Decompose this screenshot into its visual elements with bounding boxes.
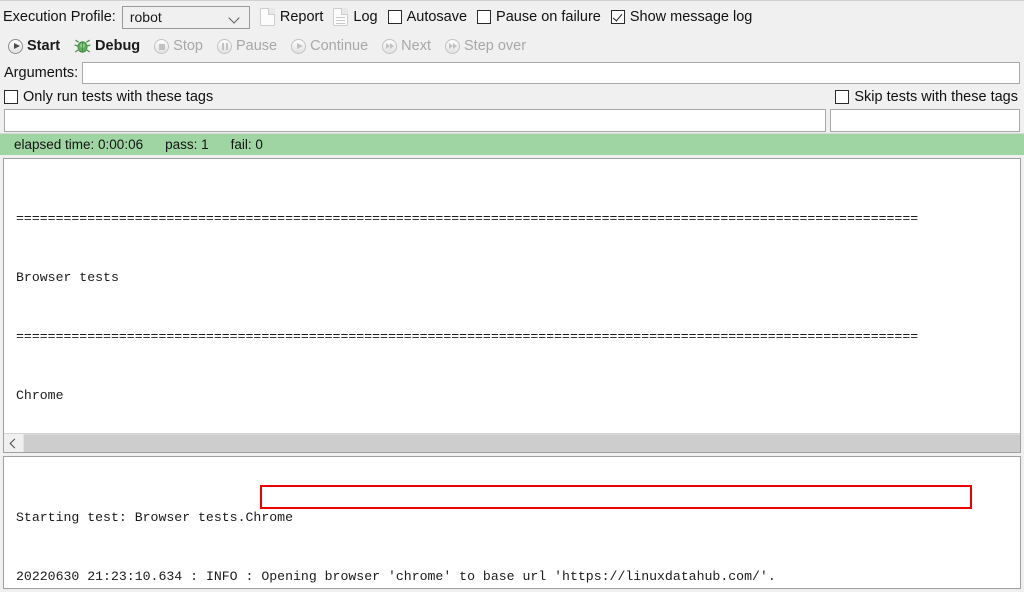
arguments-row: Arguments: bbox=[0, 59, 1024, 86]
next-button-label: Next bbox=[401, 38, 431, 54]
chevron-down-icon bbox=[229, 11, 242, 24]
skip-tags-label: Skip tests with these tags bbox=[854, 89, 1018, 105]
chevron-left-icon[interactable] bbox=[4, 434, 24, 452]
console-line: ========================================… bbox=[16, 209, 1020, 229]
next-button[interactable]: Next bbox=[382, 38, 431, 54]
pause-on-failure-checkbox[interactable]: Pause on failure bbox=[477, 9, 601, 25]
arguments-label: Arguments: bbox=[4, 65, 78, 81]
console-output-panel[interactable]: ========================================… bbox=[3, 158, 1021, 453]
autosave-checkbox[interactable]: Autosave bbox=[388, 9, 467, 25]
console-line: Chrome bbox=[16, 386, 1020, 406]
document-icon bbox=[260, 8, 275, 26]
play-circle-icon-continue bbox=[291, 39, 306, 54]
checkbox-box-skip-tags bbox=[835, 90, 849, 104]
arguments-input[interactable] bbox=[82, 62, 1020, 84]
log-button-label: Log bbox=[353, 9, 377, 25]
start-button-label: Start bbox=[27, 38, 60, 54]
execution-profile-value: robot bbox=[130, 9, 162, 25]
run-status-bar: elapsed time: 0:00:06 pass: 1 fail: 0 bbox=[0, 133, 1024, 155]
step-over-button-label: Step over bbox=[464, 38, 526, 54]
stop-button-label: Stop bbox=[173, 38, 203, 54]
checkbox-box-only-run-tags bbox=[4, 90, 18, 104]
only-run-tags-input[interactable] bbox=[4, 109, 826, 132]
message-log-info-text: INFO : Opening browser 'chrome' to base … bbox=[206, 569, 776, 584]
skip-tags-input[interactable] bbox=[830, 109, 1020, 132]
debug-button-label: Debug bbox=[95, 38, 140, 54]
pause-button-label: Pause bbox=[236, 38, 277, 54]
stop-button[interactable]: Stop bbox=[154, 38, 203, 54]
report-button[interactable]: Report bbox=[260, 8, 324, 26]
fail-count-text: fail: 0 bbox=[231, 137, 263, 152]
step-over-button[interactable]: Step over bbox=[445, 38, 526, 54]
scrollbar-thumb[interactable] bbox=[24, 434, 1020, 452]
console-output-text: ========================================… bbox=[4, 159, 1020, 432]
execution-profile-select[interactable]: robot bbox=[122, 6, 250, 29]
pause-button[interactable]: Pause bbox=[217, 38, 277, 54]
continue-button[interactable]: Continue bbox=[291, 38, 368, 54]
message-log-timestamp: 20220630 21:23:10.634 : bbox=[16, 569, 206, 584]
checkbox-box-pause-on-failure bbox=[477, 10, 491, 24]
tags-input-row bbox=[0, 108, 1024, 133]
message-log-panel[interactable]: Starting test: Browser tests.Chrome 2022… bbox=[3, 456, 1021, 589]
stop-circle-icon bbox=[154, 39, 169, 54]
show-message-log-label: Show message log bbox=[630, 9, 753, 25]
console-line: ========================================… bbox=[16, 327, 1020, 347]
toolbar-primary: Execution Profile: robot Report Log Auto… bbox=[0, 0, 1024, 33]
only-run-tags-checkbox[interactable]: Only run tests with these tags bbox=[4, 89, 213, 105]
checkbox-box-show-message-log bbox=[611, 10, 625, 24]
fast-forward-circle-icon bbox=[382, 39, 397, 54]
pause-on-failure-label: Pause on failure bbox=[496, 9, 601, 25]
pause-circle-icon bbox=[217, 39, 232, 54]
ride-test-runner-window: Execution Profile: robot Report Log Auto… bbox=[0, 0, 1024, 592]
only-run-tags-label: Only run tests with these tags bbox=[23, 89, 213, 105]
show-message-log-checkbox[interactable]: Show message log bbox=[611, 9, 753, 25]
report-button-label: Report bbox=[280, 9, 324, 25]
bug-icon bbox=[74, 39, 91, 54]
start-button[interactable]: Start bbox=[8, 38, 60, 54]
document-lined-icon bbox=[333, 8, 348, 26]
message-log-line-start: Starting test: Browser tests.Chrome bbox=[16, 508, 1020, 528]
continue-button-label: Continue bbox=[310, 38, 368, 54]
toolbar-run-controls: Start Debug Stop Pause bbox=[0, 33, 1024, 59]
debug-button[interactable]: Debug bbox=[74, 38, 140, 54]
play-circle-icon bbox=[8, 39, 23, 54]
message-log-text: Starting test: Browser tests.Chrome 2022… bbox=[4, 457, 1020, 589]
fast-forward-circle-icon-step bbox=[445, 39, 460, 54]
skip-tags-checkbox[interactable]: Skip tests with these tags bbox=[835, 89, 1018, 105]
console-line: Browser tests bbox=[16, 268, 1020, 288]
elapsed-time-text: elapsed time: 0:00:06 bbox=[14, 137, 143, 152]
pass-count-text: pass: 1 bbox=[165, 137, 209, 152]
autosave-label: Autosave bbox=[407, 9, 467, 25]
execution-profile-label: Execution Profile: bbox=[3, 9, 116, 25]
message-log-line-info: 20220630 21:23:10.634 : INFO : Opening b… bbox=[16, 567, 1020, 587]
console-horizontal-scrollbar[interactable] bbox=[4, 433, 1020, 452]
log-button[interactable]: Log bbox=[333, 8, 377, 26]
tags-checkbox-row: Only run tests with these tags Skip test… bbox=[0, 86, 1024, 108]
checkbox-box-autosave bbox=[388, 10, 402, 24]
